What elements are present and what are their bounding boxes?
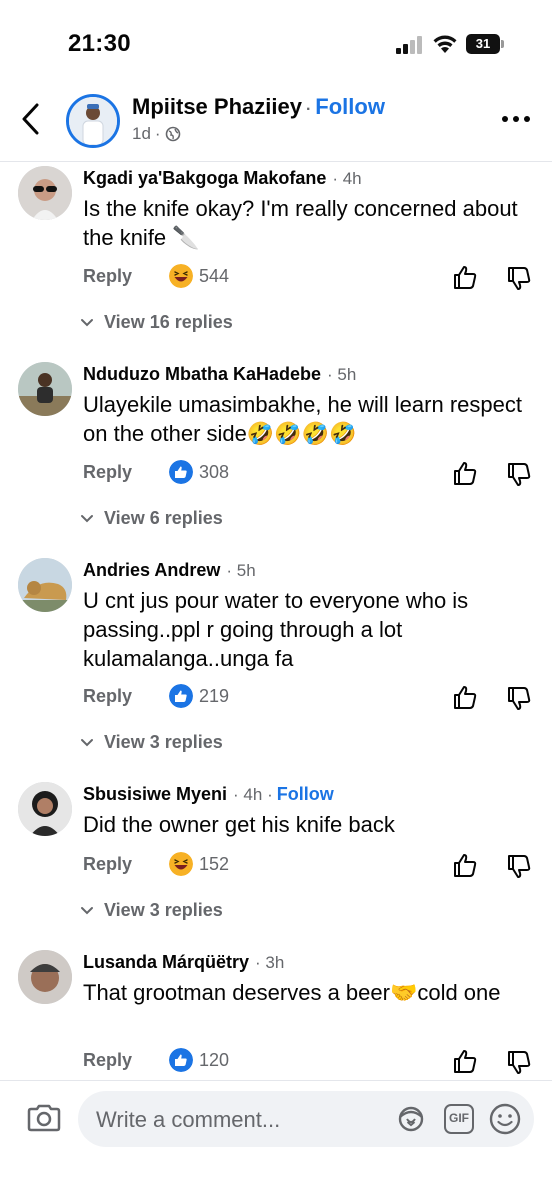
author-avatar[interactable] — [66, 94, 120, 148]
commenter-avatar[interactable] — [18, 166, 72, 220]
view-replies-button[interactable]: View 3 replies — [80, 900, 223, 921]
header-title-row: Mpiitse Phaziiey · Follow — [132, 94, 385, 120]
comment-header: Lusanda Márqüëtry · 3h — [83, 952, 284, 973]
comment-header: Andries Andrew · 5h — [83, 560, 256, 581]
laugh-reaction-icon — [169, 852, 193, 876]
comment-actions: Reply 152 — [83, 852, 535, 882]
follow-button[interactable]: Follow — [315, 94, 385, 120]
comment-author[interactable]: Andries Andrew — [83, 560, 220, 581]
comment-actions: Reply 120 — [83, 1048, 535, 1078]
chevron-down-icon — [81, 906, 93, 914]
reaction-count: 219 — [199, 685, 230, 706]
comment-input-placeholder: Write a comment... — [96, 1107, 281, 1132]
reaction-summary[interactable]: 120 — [169, 1048, 229, 1072]
comment-time: · 3h — [255, 953, 285, 972]
comment-time: · 4h · — [233, 785, 273, 804]
laugh-reaction-icon — [169, 264, 193, 288]
comment-text: That grootman deserves a beer🤝cold one — [83, 980, 501, 1005]
commenter-avatar[interactable] — [18, 782, 72, 836]
comment-header: Nduduzo Mbatha KaHadebe · 5h — [83, 364, 356, 385]
thumbs-down-icon[interactable] — [507, 462, 531, 488]
comment-actions: Reply 544 — [83, 264, 535, 294]
emoji-icon[interactable] — [488, 1102, 522, 1136]
view-replies-button[interactable]: View 16 replies — [80, 312, 233, 333]
thumbs-up-icon[interactable] — [453, 852, 477, 878]
reaction-count: 120 — [199, 1049, 230, 1070]
post-header: Mpiitse Phaziiey · Follow 1d · — [0, 80, 552, 162]
reaction-summary[interactable]: 219 — [169, 684, 229, 708]
more-options-icon[interactable] — [502, 116, 532, 124]
reaction-count: 544 — [199, 265, 230, 286]
comment-author[interactable]: Nduduzo Mbatha KaHadebe — [83, 364, 321, 385]
comment-time: · 5h — [327, 365, 357, 384]
globe-icon — [165, 126, 180, 142]
comment-time: · 5h — [226, 561, 256, 580]
comments-list: Kgadi ya'Bakgoga Makofane · 4h Is the kn… — [0, 162, 552, 1080]
like-reaction-icon — [169, 684, 193, 708]
back-arrow-icon[interactable] — [20, 102, 42, 136]
comment-text: U cnt jus pour water to everyone who is … — [83, 588, 469, 671]
reaction-summary[interactable]: 544 — [169, 264, 229, 288]
commenter-avatar[interactable] — [18, 362, 72, 416]
comment-text: Did the owner get his knife back — [83, 812, 395, 837]
comment-header: Sbusisiwe Myeni · 4h · Follow — [83, 784, 334, 805]
status-bar: 21:30 31 — [0, 0, 552, 80]
battery-level: 31 — [466, 34, 500, 54]
comment-text: Ulayekile umasimbakhe, he will learn res… — [83, 392, 522, 446]
thumbs-up-icon[interactable] — [453, 1048, 477, 1074]
meta-separator: · — [154, 124, 161, 143]
view-replies-label: View 3 replies — [104, 732, 223, 752]
post-age: 1d — [132, 124, 151, 143]
view-replies-button[interactable]: View 3 replies — [80, 732, 223, 753]
view-replies-label: View 6 replies — [104, 508, 223, 528]
chevron-down-icon — [81, 514, 93, 522]
comment-time: · 4h — [332, 169, 362, 188]
gif-icon[interactable]: GIF — [444, 1104, 474, 1134]
thumbs-down-icon[interactable] — [507, 266, 531, 292]
follow-button[interactable]: Follow — [277, 784, 334, 805]
reaction-count: 308 — [199, 461, 230, 482]
chevron-down-icon — [81, 738, 93, 746]
camera-icon[interactable] — [26, 1103, 62, 1133]
view-replies-button[interactable]: View 6 replies — [80, 508, 223, 529]
comment-author[interactable]: Kgadi ya'Bakgoga Makofane — [83, 168, 326, 189]
thumbs-up-icon[interactable] — [453, 460, 477, 486]
comment-actions: Reply 219 — [83, 684, 535, 714]
battery-icon: 31 — [466, 34, 504, 54]
comment-input[interactable]: Write a comment... GIF — [78, 1091, 534, 1147]
view-replies-label: View 3 replies — [104, 900, 223, 920]
comment-text: Is the knife okay? I'm really concerned … — [83, 196, 518, 250]
reaction-summary[interactable]: 152 — [169, 852, 229, 876]
commenter-avatar[interactable] — [18, 558, 72, 612]
thumbs-up-icon[interactable] — [453, 684, 477, 710]
reply-button[interactable]: Reply — [83, 266, 132, 287]
like-reaction-icon — [169, 1048, 193, 1072]
reply-button[interactable]: Reply — [83, 854, 132, 875]
comment-header: Kgadi ya'Bakgoga Makofane · 4h — [83, 168, 362, 189]
view-replies-label: View 16 replies — [104, 312, 233, 332]
cellular-signal-icon — [396, 36, 426, 54]
like-reaction-icon — [169, 460, 193, 484]
comment-author[interactable]: Lusanda Márqüëtry — [83, 952, 249, 973]
comment-author[interactable]: Sbusisiwe Myeni — [83, 784, 227, 805]
chevron-down-icon — [81, 318, 93, 326]
reaction-summary[interactable]: 308 — [169, 460, 229, 484]
status-time: 21:30 — [68, 30, 131, 57]
reply-button[interactable]: Reply — [83, 1050, 132, 1071]
thumbs-up-icon[interactable] — [453, 264, 477, 290]
author-name[interactable]: Mpiitse Phaziiey — [132, 94, 302, 120]
header-separator: · — [305, 101, 312, 118]
comment-actions: Reply 308 — [83, 460, 535, 490]
thumbs-down-icon[interactable] — [507, 686, 531, 712]
avatar-sticker-icon[interactable] — [396, 1105, 426, 1133]
commenter-avatar[interactable] — [18, 950, 72, 1004]
reply-button[interactable]: Reply — [83, 462, 132, 483]
post-meta: 1d · — [132, 124, 181, 144]
thumbs-down-icon[interactable] — [507, 854, 531, 880]
reaction-count: 152 — [199, 853, 230, 874]
wifi-icon — [433, 35, 457, 53]
comment-composer: Write a comment... GIF — [0, 1080, 552, 1200]
reply-button[interactable]: Reply — [83, 686, 132, 707]
thumbs-down-icon[interactable] — [507, 1050, 531, 1076]
